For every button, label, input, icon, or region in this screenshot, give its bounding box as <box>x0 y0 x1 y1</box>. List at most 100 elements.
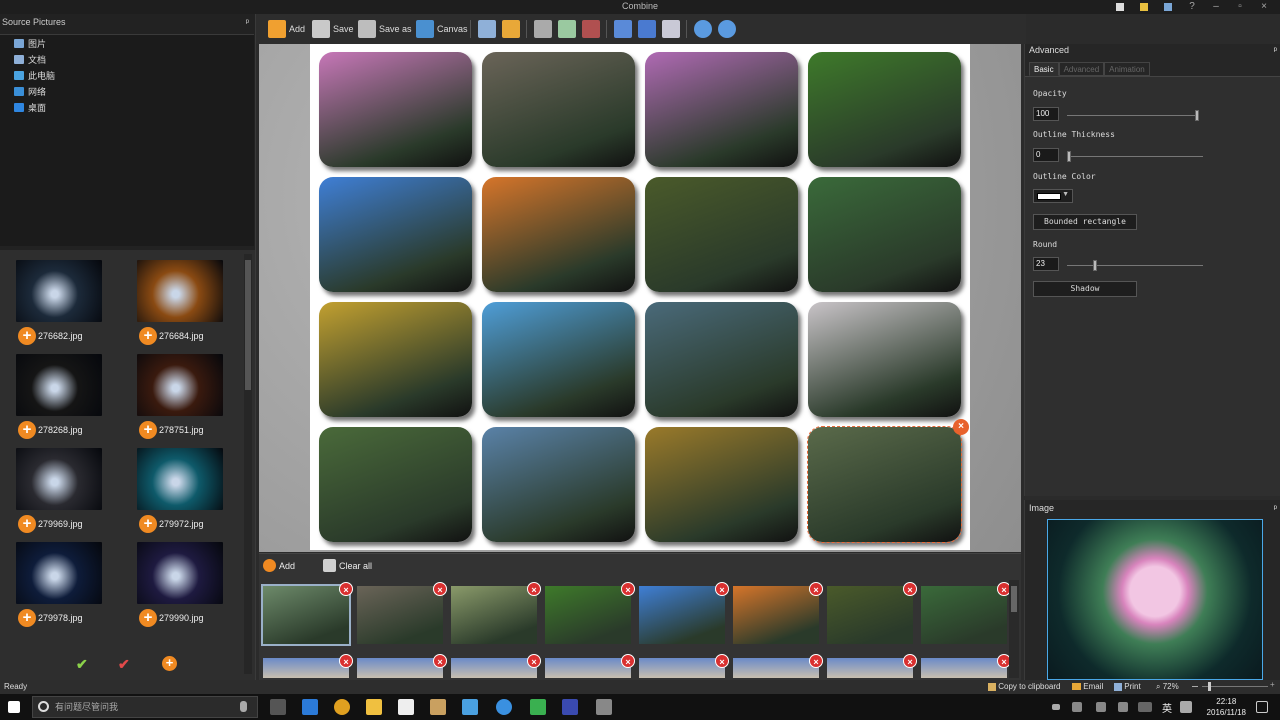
tab-basic[interactable]: Basic <box>1029 62 1059 76</box>
remove-image-icon[interactable]: × <box>339 654 353 668</box>
remove-image-icon[interactable]: × <box>433 654 447 668</box>
strip-item[interactable]: × <box>921 582 1011 644</box>
strip-item[interactable]: × <box>545 654 635 678</box>
strip-scrollbar[interactable] <box>1009 580 1019 678</box>
add-all-icon[interactable]: + <box>162 656 177 671</box>
grid-icon[interactable] <box>1156 0 1180 14</box>
windows-start-icon[interactable] <box>8 701 20 713</box>
check-all-icon[interactable]: ✔ <box>76 656 88 673</box>
remove-image-icon[interactable]: × <box>809 654 823 668</box>
tree-item[interactable]: 图片 <box>0 35 254 51</box>
collage-cell[interactable] <box>645 302 798 417</box>
rotate-tool[interactable] <box>638 18 656 40</box>
tab-advanced[interactable]: Advanced <box>1058 62 1105 76</box>
strip-add-button[interactable]: Add <box>263 559 295 572</box>
clear-all-button[interactable]: Clear all <box>323 559 372 572</box>
collage-cell[interactable] <box>482 302 635 417</box>
save-button[interactable]: Save <box>312 18 354 40</box>
volume-icon[interactable] <box>1096 702 1106 712</box>
add-thumbnail-icon[interactable]: + <box>139 421 157 439</box>
check-selected-icon[interactable]: ✔ <box>118 656 130 673</box>
tag-tool[interactable] <box>662 18 680 40</box>
thumbnail-item[interactable]: +279969.jpg <box>16 448 126 538</box>
pin-icon[interactable]: ᵖ <box>246 14 249 31</box>
collage-cell[interactable] <box>645 52 798 167</box>
add-button[interactable]: Add <box>268 18 305 40</box>
thumbnail-scrollbar[interactable] <box>244 254 252 674</box>
collage-cell[interactable] <box>645 177 798 292</box>
thumbnail-image[interactable] <box>137 354 223 416</box>
network-status-icon[interactable] <box>1072 702 1082 712</box>
combine-app-icon[interactable] <box>596 699 612 715</box>
zoom-in-plus-icon[interactable]: + <box>1270 680 1275 689</box>
round-slider[interactable] <box>1067 260 1203 271</box>
flip-tool[interactable] <box>614 18 632 40</box>
system-clock[interactable]: 22:18 2016/11/18 <box>1207 696 1246 718</box>
add-thumbnail-icon[interactable]: + <box>18 421 36 439</box>
bounded-rectangle-button[interactable]: Bounded rectangle <box>1033 214 1137 230</box>
ime-icon[interactable] <box>1180 701 1192 713</box>
input-language[interactable]: 英 <box>1162 700 1178 716</box>
restore-button[interactable]: ▫ <box>1228 0 1252 14</box>
collage-cell[interactable] <box>808 177 961 292</box>
chevron-up-icon[interactable] <box>1052 704 1060 710</box>
pin-icon[interactable]: ᵖ <box>1274 503 1277 513</box>
collage-cell[interactable] <box>319 52 472 167</box>
add-thumbnail-icon[interactable]: + <box>18 327 36 345</box>
strip-item[interactable]: × <box>733 582 823 644</box>
thumbnail-item[interactable]: +276682.jpg <box>16 260 126 350</box>
cut-tool[interactable] <box>534 18 552 40</box>
thumbnail-image[interactable] <box>137 542 223 604</box>
task-view-icon[interactable] <box>270 699 286 715</box>
opacity-slider[interactable] <box>1067 110 1199 121</box>
canvas-area[interactable]: × <box>259 44 1021 552</box>
outline-thickness-slider[interactable] <box>1067 151 1203 162</box>
collage-cell[interactable] <box>319 177 472 292</box>
strip-image[interactable] <box>639 586 725 644</box>
file-icon[interactable] <box>1108 0 1132 14</box>
print-button[interactable]: Print <box>1114 682 1141 691</box>
round-input[interactable]: 23 <box>1033 257 1059 271</box>
opacity-slider-thumb[interactable] <box>1195 110 1199 121</box>
thumbnail-item[interactable]: +279990.jpg <box>137 542 247 632</box>
thumbnail-image[interactable] <box>16 542 102 604</box>
strip-item[interactable]: × <box>357 582 447 644</box>
strip-item[interactable]: × <box>451 582 541 644</box>
strip-image[interactable] <box>733 586 819 644</box>
strip-item[interactable]: × <box>639 654 729 678</box>
strip-image[interactable] <box>261 584 351 646</box>
strip-image[interactable] <box>827 586 913 644</box>
collage-cell[interactable] <box>482 52 635 167</box>
strip-item[interactable]: × <box>545 582 635 644</box>
strip-image[interactable] <box>263 658 349 678</box>
pencil-icon[interactable] <box>1132 0 1156 14</box>
notification-tray-icon[interactable] <box>1118 702 1128 712</box>
remove-image-icon[interactable]: × <box>715 654 729 668</box>
remove-image-icon[interactable]: × <box>903 654 917 668</box>
microphone-icon[interactable] <box>240 701 247 712</box>
outline-thickness-input[interactable]: 0 <box>1033 148 1059 162</box>
remove-image-icon[interactable]: × <box>621 654 635 668</box>
remove-image-icon[interactable]: × <box>715 582 729 596</box>
outline-color-picker[interactable]: ▼ <box>1033 189 1073 203</box>
copy-tool[interactable] <box>558 18 576 40</box>
app-icon[interactable] <box>462 699 478 715</box>
strip-image[interactable] <box>639 658 725 678</box>
zoom-in-tool[interactable] <box>694 18 712 40</box>
keyboard-icon[interactable] <box>1138 702 1152 712</box>
tree-item[interactable]: 网络 <box>0 83 254 99</box>
remove-image-icon[interactable]: × <box>621 582 635 596</box>
add-thumbnail-icon[interactable]: + <box>139 609 157 627</box>
remove-image-icon[interactable]: × <box>433 582 447 596</box>
edge-icon[interactable] <box>302 699 318 715</box>
thumbnail-item[interactable]: +278751.jpg <box>137 354 247 444</box>
strip-image[interactable] <box>357 658 443 678</box>
collage-cell[interactable] <box>807 426 962 543</box>
tab-animation[interactable]: Animation <box>1104 62 1150 76</box>
collage-page[interactable]: × <box>310 44 970 550</box>
strip-image[interactable] <box>733 658 819 678</box>
round-slider-thumb[interactable] <box>1093 260 1098 271</box>
store-icon[interactable] <box>398 699 414 715</box>
strip-image[interactable] <box>545 586 631 644</box>
copy-to-clipboard-button[interactable]: Copy to clipboard <box>988 682 1061 691</box>
